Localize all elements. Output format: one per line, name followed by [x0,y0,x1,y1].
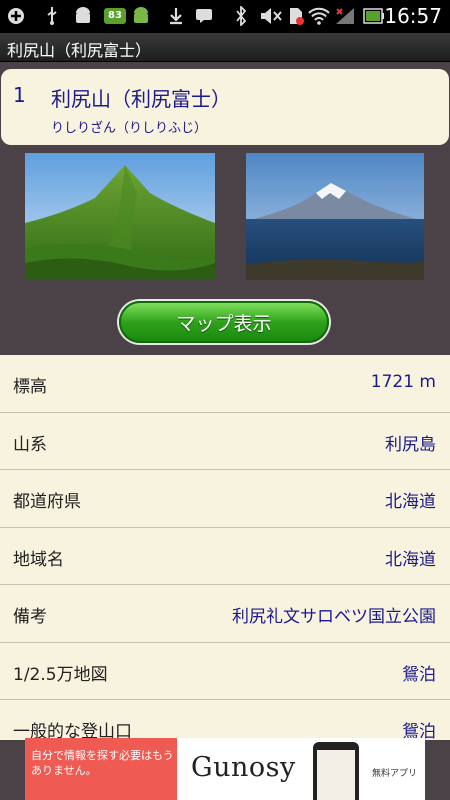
info-label: 山系 [13,434,47,455]
info-label: 標高 [13,377,47,397]
info-row-remarks[interactable]: 備考 利尻礼文サロベツ国立公園 [0,585,450,643]
ad-tagline: 自分で情報を探す必要はもうありません。 [31,749,174,777]
gunosy-ad-banner[interactable]: 自分で情報を探す必要はもうありません。 Gunosy 無料アプリ [25,738,425,800]
mountain-number: 1 [13,83,26,107]
info-label: 都道府県 [13,492,81,512]
info-value: 利尻礼文サロベツ国立公園 [232,607,436,627]
ad-red-panel: 自分で情報を探す必要はもうありません。 [25,738,177,800]
android-icon [72,6,94,26]
sim-alert-icon [286,6,306,26]
title-bar: 利尻山（利尻富士） [0,33,450,62]
status-bar: 83 16:57 [0,0,450,33]
download-icon [166,6,186,26]
android-green-icon [130,6,152,26]
plus-icon [6,6,26,26]
wifi-icon [308,6,330,26]
message-icon [194,6,214,26]
mountain-reading: りしりざん（りしりふじ） [51,121,208,136]
mountain-name: 利尻山（利尻富士） [51,87,231,111]
info-row-region[interactable]: 地域名 北海道 [0,528,450,585]
info-label: 1/2.5万地図 [13,664,108,685]
signal-icon [334,6,356,26]
notification-count-badge: 83 [104,8,126,24]
info-label: 一般的な登山口 [13,722,132,740]
info-value: 鴛泊 [402,664,436,685]
green-mountain-photo[interactable] [25,153,215,280]
mute-icon [258,6,284,26]
map-display-button[interactable]: マップ表示 [119,301,329,343]
mountain-header-card: 1 利尻山（利尻富士） りしりざん（りしりふじ） [1,69,449,145]
info-value: 鴛泊 [402,722,436,740]
window-title: 利尻山（利尻富士） [7,41,152,60]
ad-brand-name: Gunosy [191,752,296,783]
mount-rishiri-over-sea-photo[interactable] [246,153,424,280]
mountain-info-list: 標高 1721 m 山系 利尻島 都道府県 北海道 地域名 北海道 備考 利尻礼… [0,355,450,740]
phone-icon [313,742,359,800]
info-row-prefecture[interactable]: 都道府県 北海道 [0,470,450,528]
info-row-topo-map[interactable]: 1/2.5万地図 鴛泊 [0,643,450,700]
info-label: 備考 [13,607,47,627]
bluetooth-icon [232,6,250,26]
info-label: 地域名 [13,549,64,570]
info-value: 北海道 [385,492,436,512]
info-value: 1721 m [370,372,436,392]
clock-time: 16:57 [384,4,442,28]
info-row-mountain-range[interactable]: 山系 利尻島 [0,413,450,470]
ad-free-app-label: 無料アプリ [372,769,418,779]
phone-screen [317,750,355,800]
battery-icon [362,6,386,26]
info-value: 利尻島 [385,434,436,455]
info-row-elevation[interactable]: 標高 1721 m [0,355,450,413]
info-value: 北海道 [385,549,436,570]
info-row-trailhead[interactable]: 一般的な登山口 鴛泊 [0,700,450,740]
usb-icon [42,6,62,26]
